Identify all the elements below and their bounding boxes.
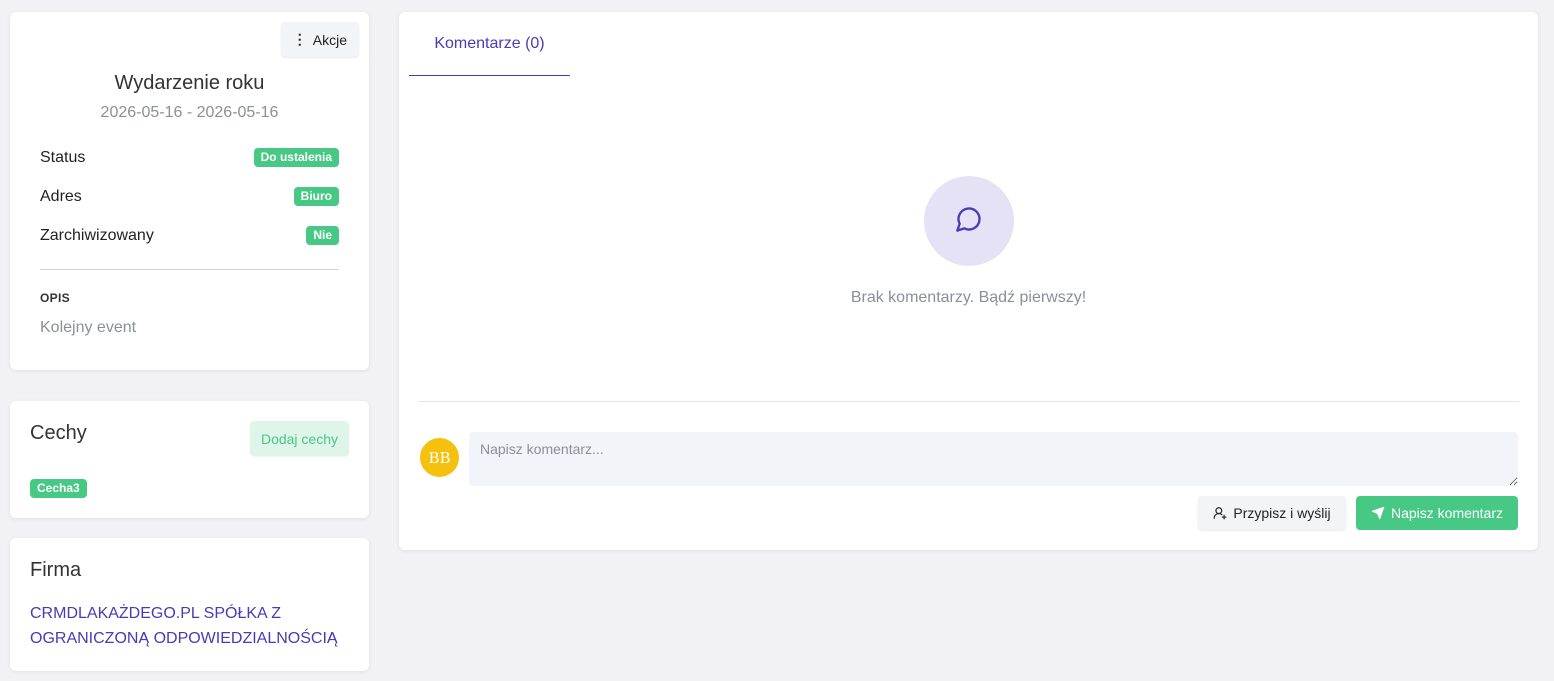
status-row: Status Do ustalenia <box>40 148 339 167</box>
send-comment-label: Napisz komentarz <box>1390 505 1504 521</box>
avatar: BB <box>420 438 459 477</box>
empty-comments-circle <box>924 176 1014 266</box>
send-icon <box>1371 506 1385 520</box>
company-title: Firma <box>30 559 82 581</box>
comments-card: Komentarze (0) Brak komentarzy. Bądź pie… <box>399 12 1538 550</box>
assign-and-send-label: Przypisz i wyślij <box>1233 505 1331 521</box>
user-plus-icon <box>1213 506 1227 520</box>
features-card: Cechy Dodaj cechy Cecha3 <box>10 401 369 518</box>
description-label: OPIS <box>40 291 70 305</box>
add-features-button[interactable]: Dodaj cechy <box>249 421 349 456</box>
company-card: Firma CRMDLAKAŻDEGO.PL SPÓŁKA Z OGRANICZ… <box>10 538 369 671</box>
archived-badge: Nie <box>306 226 339 245</box>
address-label: Adres <box>40 187 82 205</box>
assign-and-send-button[interactable]: Przypisz i wyślij <box>1198 496 1346 530</box>
event-card: ⋮ Akcje Wydarzenie roku 2026-05-16 - 202… <box>10 12 369 370</box>
empty-comments-text: Brak komentarzy. Bądź pierwszy! <box>850 289 1087 306</box>
divider <box>40 269 339 270</box>
actions-label: Akcje <box>312 31 347 48</box>
address-row: Adres Biuro <box>40 187 339 206</box>
chat-bubble-icon <box>955 205 983 238</box>
description-text: Kolejny event <box>40 319 137 336</box>
feature-badge: Cecha3 <box>30 479 87 498</box>
kebab-vertical-icon: ⋮ <box>292 31 307 47</box>
actions-button[interactable]: ⋮ Akcje <box>280 22 359 57</box>
company-link[interactable]: CRMDLAKAŻDEGO.PL SPÓŁKA Z OGRANICZONĄ OD… <box>30 601 349 651</box>
comments-divider <box>418 401 1519 402</box>
event-dates: 2026-05-16 - 2026-05-16 <box>100 104 279 121</box>
archived-row: Zarchiwizowany Nie <box>40 226 339 245</box>
features-title: Cechy <box>30 422 87 444</box>
archived-label: Zarchiwizowany <box>40 226 154 244</box>
event-title: Wydarzenie roku <box>114 72 265 94</box>
tab-comments[interactable]: Komentarze (0) <box>409 12 570 76</box>
status-label: Status <box>40 148 86 166</box>
send-comment-button[interactable]: Napisz komentarz <box>1356 496 1518 530</box>
status-badge: Do ustalenia <box>253 148 339 167</box>
address-badge: Biuro <box>293 187 339 206</box>
comment-input[interactable] <box>469 432 1518 486</box>
